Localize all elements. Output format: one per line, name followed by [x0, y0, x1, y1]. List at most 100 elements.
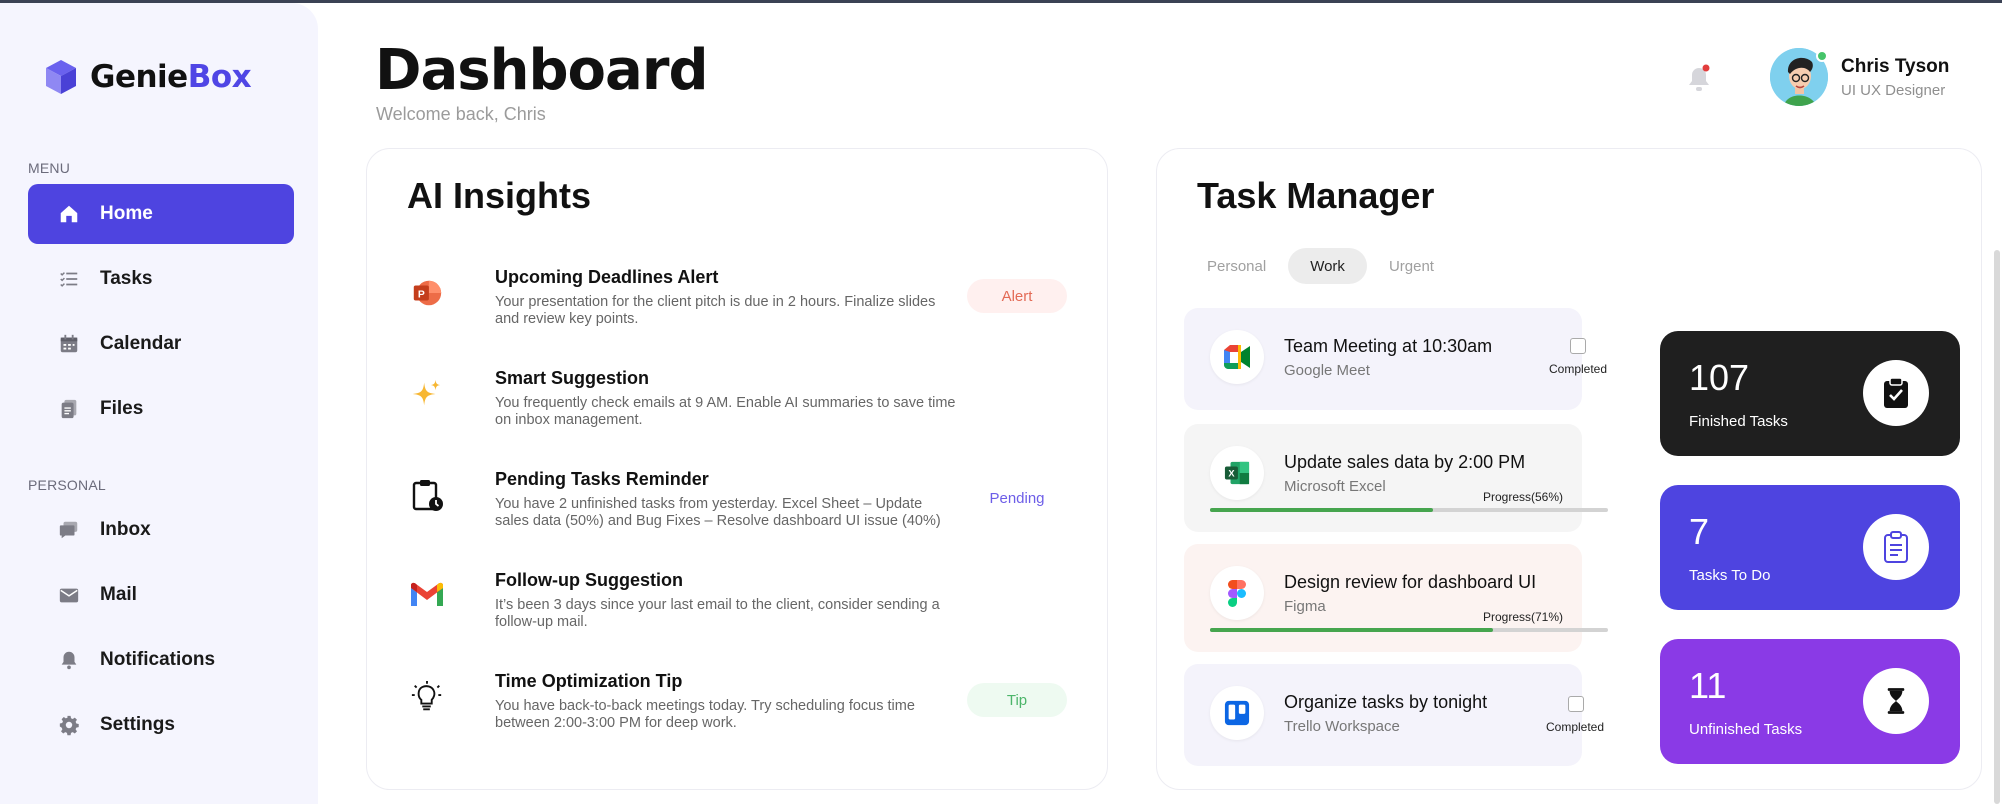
task-app: Microsoft Excel — [1284, 478, 1386, 495]
menu-section-label: MENU — [28, 160, 71, 176]
sidebar-item-label: Notifications — [100, 649, 216, 670]
insight-item[interactable]: Time Optimization Tip You have back-to-b… — [367, 663, 1107, 753]
insight-description: You have 2 unfinished tasks from yesterd… — [495, 496, 941, 529]
task-title: Design review for dashboard UI — [1284, 572, 1537, 592]
list-icon — [56, 266, 82, 292]
alert-badge: Alert — [967, 279, 1067, 313]
excel-icon: X — [1210, 446, 1264, 500]
insight-title: Time Optimization Tip — [495, 671, 683, 691]
google-meet-icon — [1210, 330, 1264, 384]
task-checkbox[interactable] — [1568, 696, 1584, 712]
progress-label: Progress(71%) — [1482, 610, 1563, 624]
chat-icon — [56, 517, 82, 543]
sidebar: GenieBox MENU Home Tasks Calendar Files … — [0, 3, 318, 804]
trello-icon — [1210, 686, 1264, 740]
clipboard-check-icon — [1863, 360, 1929, 426]
scrollbar[interactable] — [1994, 250, 2000, 804]
sidebar-item-mail[interactable]: Mail — [28, 565, 294, 625]
svg-text:P: P — [418, 290, 425, 301]
online-status-dot — [1816, 50, 1828, 62]
user-role: UI UX Designer — [1841, 82, 1946, 99]
progress-label: Progress(56%) — [1482, 490, 1563, 504]
task-status-label: Completed — [1546, 720, 1605, 734]
logo[interactable]: GenieBox — [44, 59, 252, 95]
stat-value: 107 — [1689, 357, 1750, 398]
insight-description: You frequently check emails at 9 AM. Ena… — [495, 395, 956, 428]
figma-icon — [1210, 566, 1264, 620]
sidebar-item-label: Tasks — [100, 268, 153, 289]
task-title: Update sales data by 2:00 PM — [1284, 452, 1526, 472]
task-app: Figma — [1284, 598, 1326, 615]
task-checkbox[interactable] — [1570, 338, 1586, 354]
progress-fill — [1210, 508, 1433, 512]
sidebar-item-label: Home — [100, 203, 153, 224]
insight-title: Smart Suggestion — [495, 368, 650, 388]
cube-logo-icon — [46, 60, 76, 94]
sparkle-icon — [409, 376, 445, 412]
personal-section-label: PERSONAL — [28, 477, 106, 493]
insight-title: Pending Tasks Reminder — [495, 469, 709, 489]
task-status-label: Completed — [1549, 362, 1608, 376]
pending-badge: Pending — [989, 489, 1045, 507]
logo-text: GenieBox — [90, 59, 252, 95]
stat-card-finished[interactable]: 107 Finished Tasks — [1660, 331, 1960, 456]
sidebar-item-label: Calendar — [100, 333, 182, 354]
sidebar-item-calendar[interactable]: Calendar — [28, 314, 294, 374]
sidebar-item-label: Settings — [100, 714, 175, 735]
insight-item[interactable]: P Upcoming Deadlines Alert Your presenta… — [367, 259, 1107, 349]
home-icon — [56, 201, 82, 227]
task-title: Organize tasks by tonight — [1284, 692, 1488, 712]
calendar-icon — [56, 331, 82, 357]
lightbulb-icon — [409, 679, 445, 715]
stat-card-todo[interactable]: 7 Tasks To Do — [1660, 485, 1960, 610]
task-item[interactable]: Organize tasks by tonight Trello Workspa… — [1184, 664, 1604, 766]
stat-label: Finished Tasks — [1689, 413, 1788, 430]
sidebar-item-files[interactable]: Files — [28, 379, 294, 439]
clipboard-clock-icon — [409, 477, 445, 513]
task-item[interactable]: Team Meeting at 10:30am Google Meet Comp… — [1184, 308, 1607, 410]
insight-item[interactable]: Smart Suggestion You frequently check em… — [367, 360, 1107, 450]
progress-bar — [1210, 508, 1608, 512]
stat-label: Unfinished Tasks — [1689, 721, 1803, 738]
clipboard-list-icon — [1863, 514, 1929, 580]
insight-description: It’s been 3 days since your last email t… — [495, 597, 940, 630]
sidebar-item-tasks[interactable]: Tasks — [28, 249, 294, 309]
mail-icon — [56, 582, 82, 608]
tip-badge: Tip — [967, 683, 1067, 717]
svg-text:X: X — [1228, 469, 1235, 479]
sidebar-item-label: Files — [100, 398, 144, 419]
task-item[interactable]: X Update sales data by 2:00 PM Microsoft… — [1184, 424, 1608, 532]
bell-icon — [56, 647, 82, 673]
sidebar-item-home[interactable]: Home — [28, 184, 294, 244]
stat-value: 11 — [1689, 665, 1727, 706]
tab-urgent[interactable]: Urgent — [1367, 248, 1456, 284]
user-name: Chris Tyson — [1841, 56, 1950, 77]
page-subtitle: Welcome back, Chris — [376, 104, 546, 124]
gear-icon — [56, 712, 82, 738]
sidebar-item-settings[interactable]: Settings — [28, 695, 294, 755]
page-title: Dashboard — [375, 38, 709, 103]
window-top-border — [0, 0, 2002, 3]
task-app: Trello Workspace — [1284, 718, 1400, 735]
insight-description: You have back-to-back meetings today. Tr… — [495, 698, 915, 731]
card-title: AI Insights — [407, 175, 592, 216]
tab-personal[interactable]: Personal — [1185, 248, 1288, 284]
stat-card-unfinished[interactable]: 11 Unfinished Tasks — [1660, 639, 1960, 764]
sidebar-item-inbox[interactable]: Inbox — [28, 500, 294, 560]
notification-bell-icon[interactable] — [1686, 64, 1712, 94]
sidebar-item-notifications[interactable]: Notifications — [28, 630, 294, 690]
insight-item[interactable]: Pending Tasks Reminder You have 2 unfini… — [367, 461, 1107, 551]
tab-work[interactable]: Work — [1288, 248, 1367, 284]
gmail-icon — [409, 578, 445, 614]
progress-bar — [1210, 628, 1608, 632]
task-item[interactable]: Design review for dashboard UI Figma Pro… — [1184, 544, 1608, 652]
card-title: Task Manager — [1197, 175, 1435, 216]
task-title: Team Meeting at 10:30am — [1284, 336, 1493, 356]
sidebar-item-label: Inbox — [100, 519, 151, 540]
sidebar-item-label: Mail — [100, 584, 137, 605]
insight-item[interactable]: Follow-up Suggestion It’s been 3 days si… — [367, 562, 1107, 652]
progress-fill — [1210, 628, 1493, 632]
insight-title: Follow-up Suggestion — [495, 570, 683, 590]
stat-label: Tasks To Do — [1689, 567, 1771, 584]
ai-insights-card: AI Insights P Upcoming Deadlines Alert Y… — [366, 148, 1108, 790]
